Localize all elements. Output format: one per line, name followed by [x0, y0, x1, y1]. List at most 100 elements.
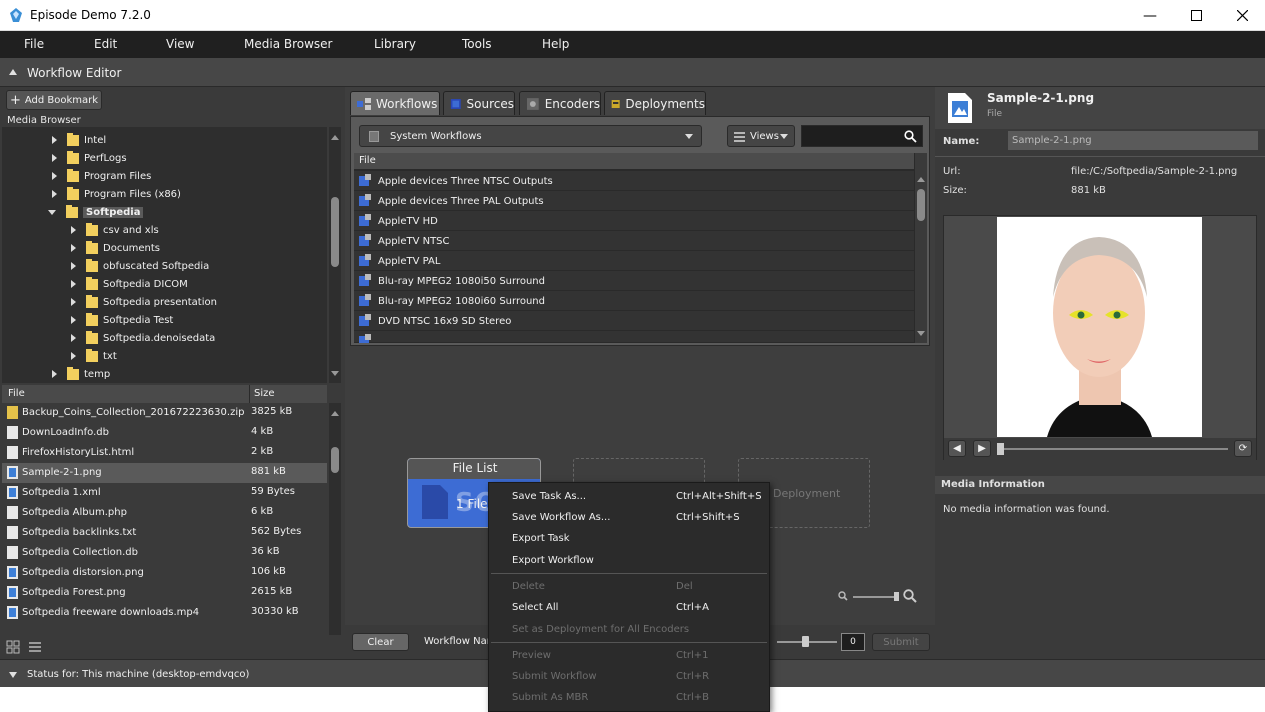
workflow-scrollbar[interactable] [915, 153, 927, 343]
expand-arrow-icon[interactable] [52, 172, 57, 180]
views-button[interactable]: Views [727, 125, 795, 147]
tree-item[interactable]: Softpedia Test [71, 311, 173, 329]
scroll-thumb[interactable] [331, 447, 339, 473]
workflow-row-partial[interactable] [354, 331, 914, 343]
menu-item-submit-workflow[interactable]: Submit Workflow Ctrl+R [489, 666, 769, 687]
search-icon[interactable] [904, 130, 917, 143]
workflow-row[interactable]: Blu-ray MPEG2 1080i50 Surround [354, 271, 914, 291]
scroll-thumb[interactable] [331, 197, 339, 267]
loop-icon[interactable]: ⟳ [1234, 440, 1252, 457]
file-list-scrollbar[interactable] [329, 403, 341, 635]
workflow-row[interactable]: DVD NTSC 16x9 SD Stereo [354, 311, 914, 331]
tree-item[interactable]: Program Files [52, 167, 151, 185]
file-row[interactable]: Softpedia distorsion.png 106 kB [2, 563, 327, 583]
tree-scrollbar[interactable] [329, 127, 341, 383]
scroll-up-icon[interactable] [917, 177, 925, 182]
workflow-row[interactable]: Apple devices Three NTSC Outputs [354, 171, 914, 191]
menu-view[interactable]: View [166, 37, 194, 51]
menu-item-preview[interactable]: Preview Ctrl+1 [489, 645, 769, 666]
expand-arrow-icon[interactable] [71, 352, 76, 360]
file-row[interactable]: FirefoxHistoryList.html 2 kB [2, 443, 327, 463]
expand-arrow-icon[interactable] [71, 262, 76, 270]
expand-arrow-icon[interactable] [71, 280, 76, 288]
scroll-up-icon[interactable] [331, 135, 339, 140]
expand-arrow-icon[interactable] [71, 298, 76, 306]
workflow-row[interactable]: AppleTV HD [354, 211, 914, 231]
playback-slider[interactable] [1000, 448, 1228, 450]
size-column-header[interactable]: Size [254, 388, 275, 399]
menu-item-delete[interactable]: Delete Del [489, 576, 769, 597]
menu-item-export-task[interactable]: Export Task [489, 528, 769, 549]
file-row[interactable]: Softpedia Collection.db 36 kB [2, 543, 327, 563]
menu-item-select-all[interactable]: Select All Ctrl+A [489, 597, 769, 618]
workflow-editor-bar[interactable]: Workflow Editor [0, 58, 1265, 87]
menu-file[interactable]: File [24, 37, 44, 51]
expand-arrow-icon[interactable] [71, 244, 76, 252]
tab-encoders[interactable]: Encoders [519, 91, 601, 115]
add-bookmark-button[interactable]: + Add Bookmark [6, 90, 102, 110]
workflow-row[interactable]: Apple devices Three PAL Outputs [354, 191, 914, 211]
menu-item-submit-as-mbr[interactable]: Submit As MBR Ctrl+B [489, 687, 769, 708]
scroll-thumb[interactable] [917, 189, 925, 221]
zoom-slider[interactable] [853, 596, 899, 598]
tree-item[interactable]: temp [52, 365, 110, 383]
tree-item[interactable]: Softpedia presentation [71, 293, 217, 311]
file-row[interactable]: Backup_Coins_Collection_201672223630.zip… [2, 403, 327, 423]
name-field[interactable]: Sample-2-1.png [1008, 131, 1258, 150]
tree-item[interactable]: Softpedia.denoisedata [71, 329, 215, 347]
tree-item[interactable]: Program Files (x86) [52, 185, 181, 203]
search-input[interactable] [801, 125, 923, 147]
menu-library[interactable]: Library [374, 37, 416, 51]
file-row[interactable]: Softpedia freeware downloads.mp4 30330 kB [2, 603, 327, 623]
expand-down-icon[interactable] [9, 672, 17, 678]
tree-item[interactable]: csv and xls [71, 221, 159, 239]
tab-sources[interactable]: Sources [443, 91, 515, 115]
scroll-up-icon[interactable] [331, 411, 339, 416]
maximize-icon[interactable] [1173, 0, 1219, 31]
zoom-in-icon[interactable] [903, 589, 917, 603]
file-row[interactable]: Softpedia 1.xml 59 Bytes [2, 483, 327, 503]
tree-item[interactable]: Intel [52, 131, 106, 149]
priority-slider-handle[interactable] [802, 636, 809, 647]
counter-field[interactable]: 0 [841, 633, 865, 651]
close-icon[interactable] [1219, 0, 1265, 31]
collapse-up-icon[interactable] [9, 69, 17, 75]
volume-icon[interactable]: ◀ [948, 440, 966, 457]
menu-item-set-deployment[interactable]: Set as Deployment for All Encoders [489, 619, 769, 640]
menu-item-export-workflow[interactable]: Export Workflow [489, 550, 769, 571]
playback-handle[interactable] [997, 443, 1004, 455]
tree-item-selected[interactable]: Softpedia [48, 203, 144, 221]
tree-item[interactable]: Documents [71, 239, 160, 257]
file-column-header[interactable]: File [8, 388, 25, 399]
file-row[interactable]: Softpedia backlinks.txt 562 Bytes [2, 523, 327, 543]
clear-button[interactable]: Clear [352, 633, 409, 651]
scroll-down-icon[interactable] [331, 371, 339, 376]
menu-media-browser[interactable]: Media Browser [244, 37, 332, 51]
play-icon[interactable]: ▶ [973, 440, 991, 457]
tree-item[interactable]: Softpedia DICOM [71, 275, 188, 293]
tree-item[interactable]: obfuscated Softpedia [71, 257, 209, 275]
tab-workflows[interactable]: Workflows [350, 91, 440, 115]
file-row-selected[interactable]: Sample-2-1.png 881 kB [2, 463, 327, 483]
submit-button[interactable]: Submit [872, 633, 930, 651]
zoom-out-icon[interactable] [838, 591, 848, 601]
file-row[interactable]: DownLoadInfo.db 4 kB [2, 423, 327, 443]
grid-view-icon[interactable] [6, 640, 20, 654]
menu-help[interactable]: Help [542, 37, 569, 51]
expand-arrow-icon[interactable] [71, 316, 76, 324]
minimize-icon[interactable]: — [1127, 0, 1173, 31]
expand-arrow-icon[interactable] [71, 334, 76, 342]
tab-deployments[interactable]: Deployments [604, 91, 706, 115]
workflow-row[interactable]: Blu-ray MPEG2 1080i60 Surround [354, 291, 914, 311]
expand-arrow-icon[interactable] [71, 226, 76, 234]
menu-item-save-task-as[interactable]: Save Task As... Ctrl+Alt+Shift+S [489, 486, 769, 507]
system-workflows-dropdown[interactable]: System Workflows [359, 125, 702, 147]
expand-arrow-icon[interactable] [52, 136, 57, 144]
list-view-icon[interactable] [28, 640, 42, 654]
tree-item[interactable]: PerfLogs [52, 149, 127, 167]
file-row[interactable]: Softpedia Album.php 6 kB [2, 503, 327, 523]
workflow-row[interactable]: AppleTV NTSC [354, 231, 914, 251]
file-row[interactable]: Softpedia Forest.png 2615 kB [2, 583, 327, 603]
menu-item-save-workflow-as[interactable]: Save Workflow As... Ctrl+Shift+S [489, 507, 769, 528]
workflow-row[interactable]: AppleTV PAL [354, 251, 914, 271]
